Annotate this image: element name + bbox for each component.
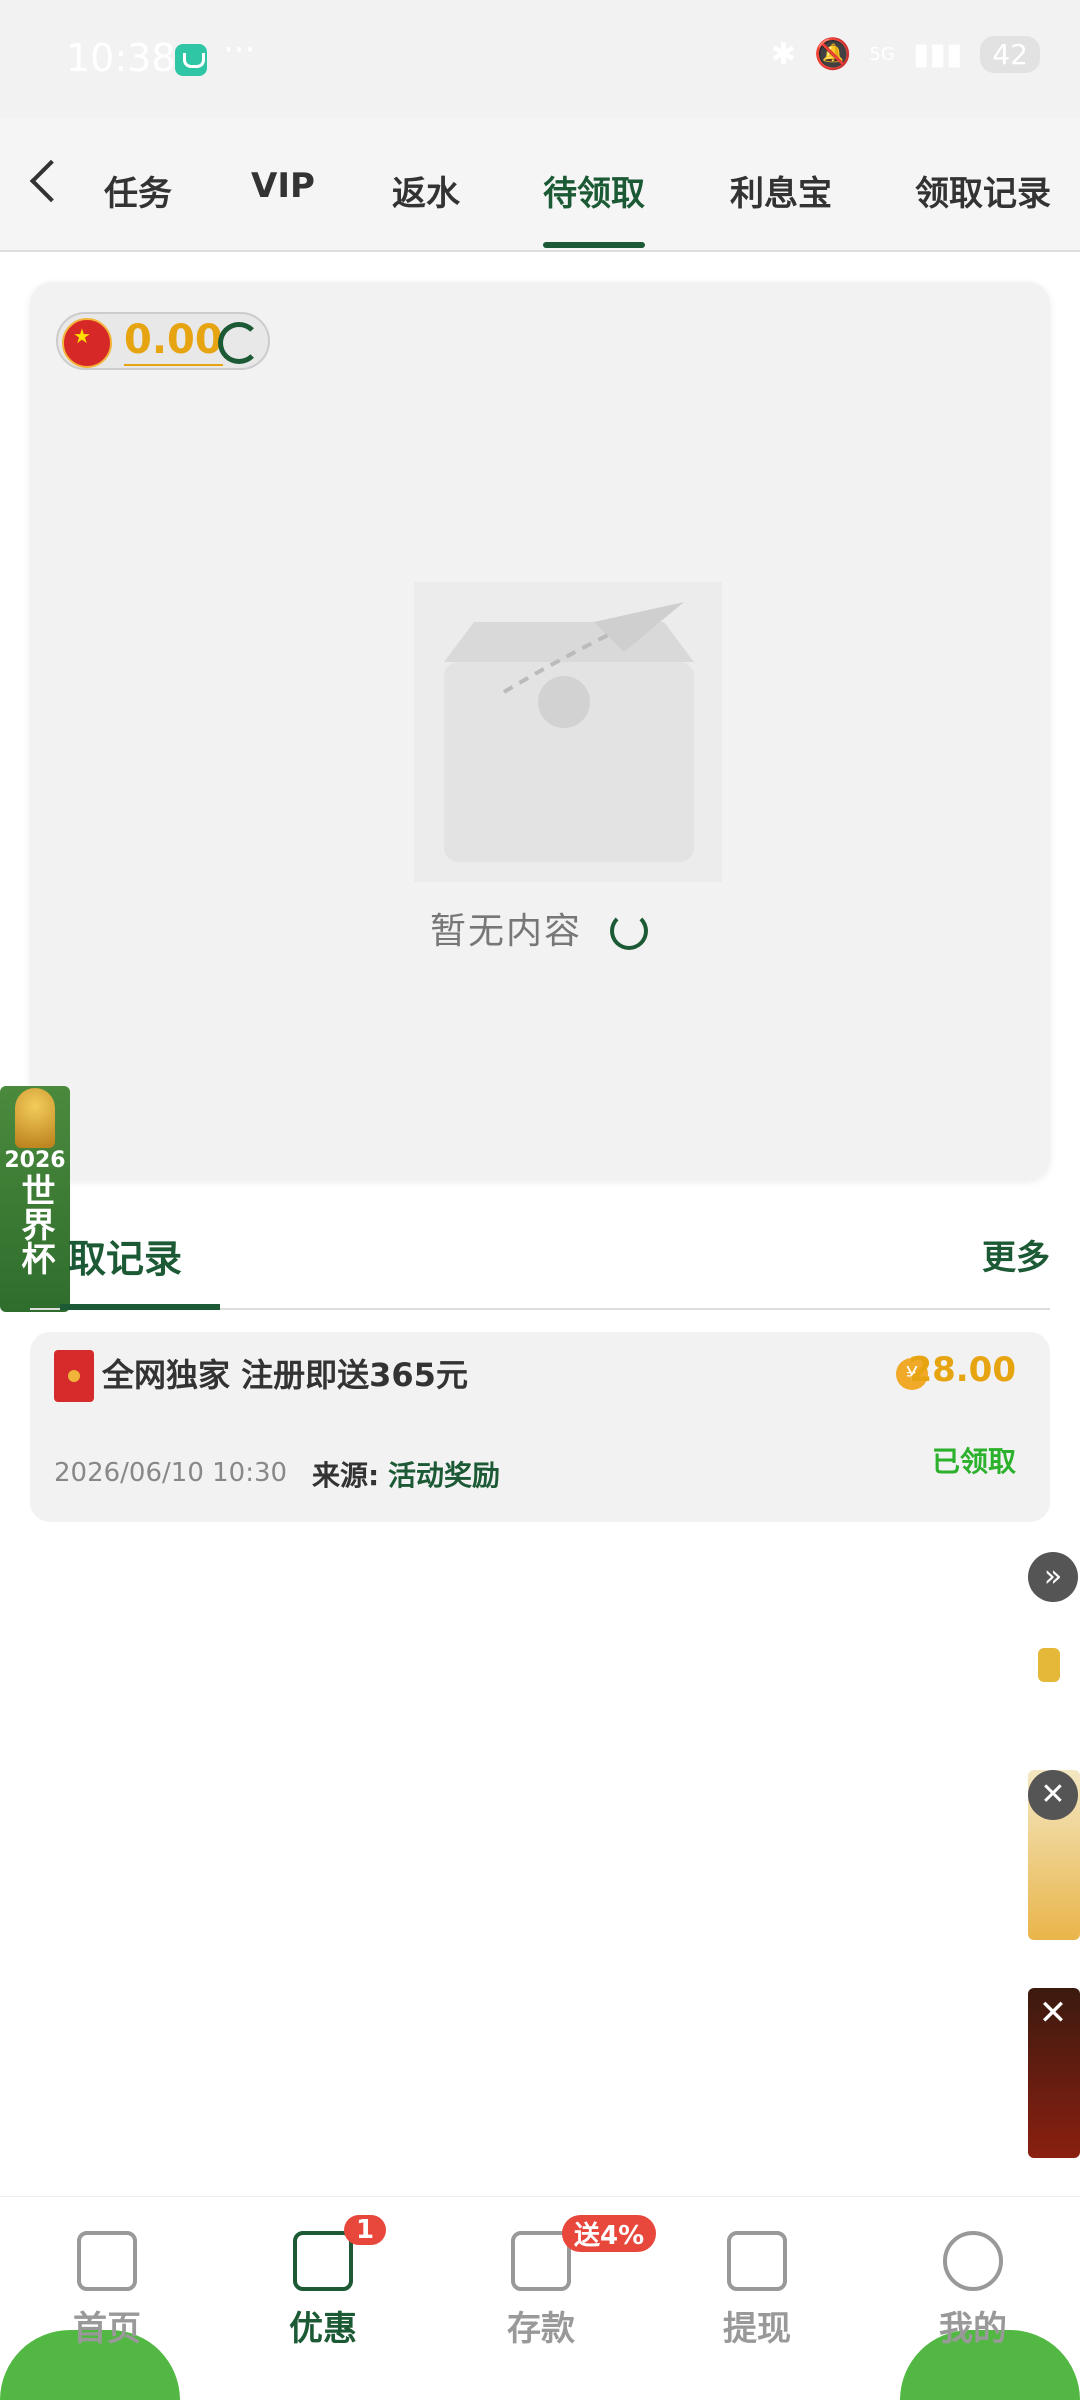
reload-icon[interactable] xyxy=(610,912,648,950)
nav-profile[interactable]: 我的 xyxy=(908,2231,1038,2350)
nav-withdraw[interactable]: 提现 xyxy=(692,2231,822,2350)
close-icon[interactable]: ✕ xyxy=(1028,1988,1078,2038)
balance-value: 0.00 xyxy=(124,316,223,366)
records-underline xyxy=(60,1304,220,1310)
record-status: 已领取 xyxy=(931,1445,1016,1478)
bluetooth-icon: ✱ xyxy=(770,37,797,72)
record-date: 2026/06/10 10:30 xyxy=(54,1458,288,1488)
empty-box-icon xyxy=(414,582,722,882)
more-link[interactable]: 更多 xyxy=(982,1230,1050,1279)
status-time: 10:38 xyxy=(66,36,176,80)
tab-rebate[interactable]: 返水 xyxy=(392,166,460,215)
home-icon xyxy=(77,2231,137,2291)
promotions-badge: 1 xyxy=(344,2215,387,2245)
signal-icon: ▮▮▮ xyxy=(912,37,963,72)
floating-promo-1[interactable]: » xyxy=(1028,1552,1080,1682)
bottom-nav: 首页 优惠 1 存款 送4% 提现 我的 xyxy=(0,2196,1080,2400)
china-flag-icon xyxy=(62,318,112,368)
record-title: 全网独家 注册即送365元 xyxy=(102,1356,468,1394)
nav-home-label: 首页 xyxy=(73,2309,141,2349)
more-notifications-icon: ··· xyxy=(223,30,256,70)
coin-stack-icon xyxy=(1038,1648,1060,1682)
empty-state-text: 暂无内容 xyxy=(430,911,583,952)
floating-promo-2[interactable]: ✕ xyxy=(1028,1770,1080,1940)
gift-icon xyxy=(293,2231,353,2291)
user-icon xyxy=(943,2231,1003,2291)
trophy-icon xyxy=(15,1088,55,1148)
nav-deposit-label: 存款 xyxy=(507,2309,575,2349)
record-source-label: 来源: xyxy=(312,1459,380,1492)
tab-claim-records[interactable]: 领取记录 xyxy=(915,166,1051,215)
status-bar: 10:38 ··· ✱ 🔕 5G ▮▮▮ 42 xyxy=(0,0,1080,118)
cash-icon xyxy=(727,2231,787,2291)
balance-chip: 0.00 xyxy=(56,312,270,370)
app-notification-icon xyxy=(175,44,207,76)
world-cup-year: 2026 xyxy=(4,1148,66,1173)
nav-withdraw-label: 提现 xyxy=(723,2309,791,2349)
close-icon[interactable]: ✕ xyxy=(1028,1770,1078,1820)
records-header: 取记录 更多 xyxy=(30,1220,1050,1310)
tab-tasks[interactable]: 任务 xyxy=(104,166,172,215)
wallet-icon xyxy=(511,2231,571,2291)
nav-home[interactable]: 首页 xyxy=(42,2231,172,2350)
active-tab-indicator xyxy=(543,242,645,248)
tab-vip[interactable]: VIP xyxy=(251,166,315,206)
battery-indicator: 42 xyxy=(980,36,1040,73)
back-arrow-icon[interactable] xyxy=(29,159,73,203)
nav-profile-label: 我的 xyxy=(939,2309,1007,2349)
record-amount: 28.00 xyxy=(908,1350,1016,1390)
pending-rewards-card: 0.00 暂无内容 xyxy=(30,282,1050,1180)
floating-promo-3[interactable]: ✕ xyxy=(1028,1988,1080,2158)
red-envelope-icon xyxy=(54,1350,94,1402)
nav-promotions-label: 优惠 xyxy=(289,2309,357,2349)
records-title: 取记录 xyxy=(68,1237,183,1281)
tab-pending[interactable]: 待领取 xyxy=(543,166,645,215)
deposit-bonus-badge: 送4% xyxy=(562,2215,657,2252)
network-label: 5G xyxy=(869,44,895,65)
tab-interest[interactable]: 利息宝 xyxy=(730,166,832,215)
mute-icon: 🔕 xyxy=(814,37,852,72)
nav-promotions[interactable]: 优惠 xyxy=(258,2231,388,2350)
balance-refresh-icon[interactable] xyxy=(218,322,260,364)
record-source-value: 活动奖励 xyxy=(388,1459,501,1492)
top-tab-bar: 任务 VIP 返水 待领取 利息宝 领取记录 xyxy=(0,118,1080,252)
expand-chevron-icon[interactable]: » xyxy=(1028,1552,1078,1602)
status-icons: ✱ 🔕 5G ▮▮▮ 42 xyxy=(771,36,1040,73)
list-item[interactable]: 全网独家 注册即送365元 ¥ 28.00 2026/06/10 10:30 来… xyxy=(30,1332,1050,1522)
